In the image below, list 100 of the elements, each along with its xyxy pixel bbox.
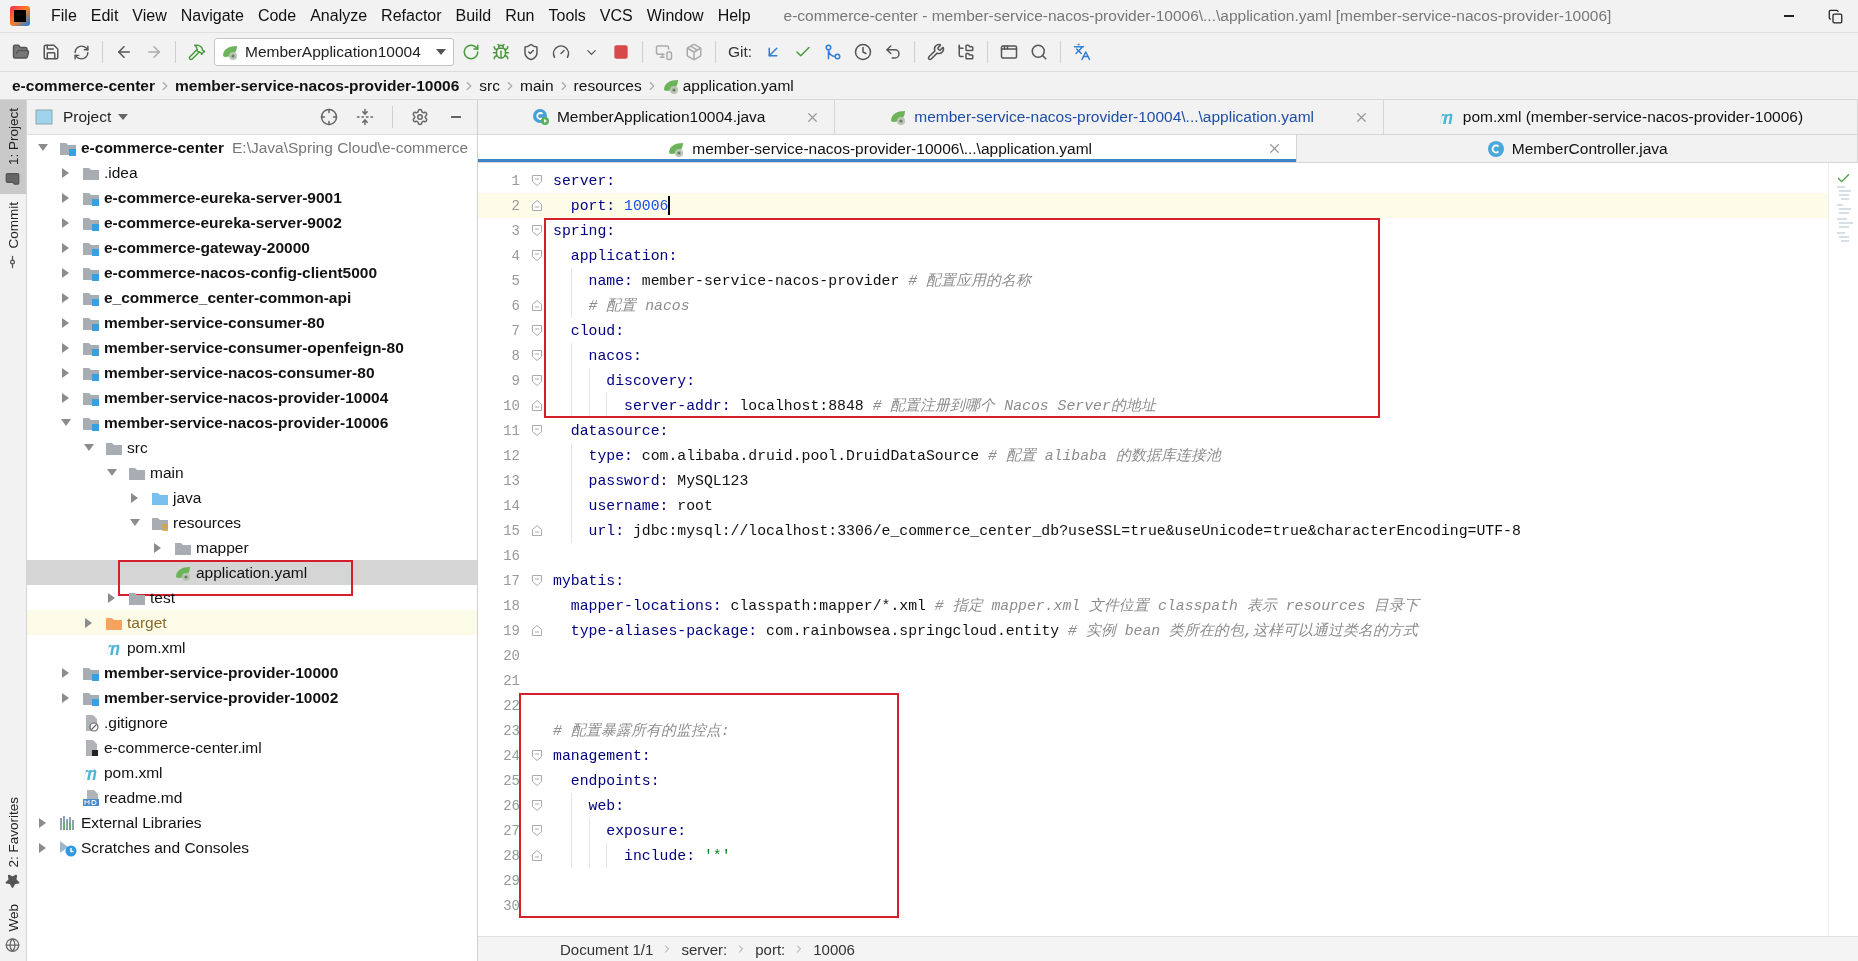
menu-item[interactable]: File bbox=[44, 7, 84, 25]
menu-item[interactable]: Window bbox=[639, 7, 711, 25]
package-icon bbox=[685, 43, 703, 61]
menu-item[interactable]: Tools bbox=[541, 7, 593, 25]
fold-icon[interactable] bbox=[531, 225, 542, 236]
fold-icon[interactable] bbox=[531, 175, 542, 186]
tree-item[interactable]: resources bbox=[27, 510, 477, 535]
tree-item[interactable]: e-commerce-gateway-20000 bbox=[27, 235, 477, 260]
fold-end-icon[interactable] bbox=[531, 200, 542, 211]
menu-item[interactable]: Navigate bbox=[173, 7, 251, 25]
fold-icon[interactable] bbox=[531, 375, 542, 386]
editor-tab[interactable]: pom.xml (member-service-nacos-provider-10006) bbox=[1383, 100, 1858, 134]
structure-crumb[interactable]: port: bbox=[755, 940, 786, 958]
tree-item[interactable]: java bbox=[27, 485, 477, 510]
fold-icon[interactable] bbox=[531, 575, 542, 586]
fold-icon[interactable] bbox=[531, 350, 542, 361]
breadcrumb-item[interactable]: resources bbox=[573, 76, 642, 95]
structure-crumb[interactable]: 10006 bbox=[813, 940, 855, 958]
breadcrumb-item[interactable]: main bbox=[520, 76, 554, 95]
tree-item[interactable]: member-service-consumer-openfeign-80 bbox=[27, 335, 477, 360]
tree-item[interactable]: e-commerce-center E:\Java\Spring Cloud\e-commerce bbox=[27, 135, 477, 160]
tool-window-tab[interactable]: 2: Favorites bbox=[0, 788, 26, 897]
code-line: datasource: bbox=[569, 421, 669, 441]
tree-item[interactable]: e-commerce-center.iml bbox=[27, 735, 477, 760]
structure-crumb[interactable]: Document 1/1 bbox=[560, 940, 654, 958]
tree-item[interactable]: member-service-nacos-provider-10006 bbox=[27, 410, 477, 435]
menu-item[interactable]: VCS bbox=[592, 7, 640, 25]
tool-window-tab[interactable]: Web bbox=[0, 896, 26, 961]
menu-item[interactable]: Refactor bbox=[374, 7, 449, 25]
structure-crumb[interactable]: server: bbox=[681, 940, 728, 958]
tree-item-label: readme.md bbox=[104, 788, 183, 807]
line-number: 20 bbox=[502, 647, 520, 664]
folder-tree-icon bbox=[957, 43, 976, 61]
tree-item[interactable]: mapper bbox=[27, 535, 477, 560]
device-icon bbox=[655, 43, 673, 61]
fold-icon[interactable] bbox=[531, 750, 542, 761]
menu-item[interactable]: Analyze bbox=[303, 7, 375, 25]
line-number: 6 bbox=[510, 297, 520, 314]
tree-item[interactable]: External Libraries bbox=[27, 810, 477, 835]
breadcrumb-item[interactable]: src bbox=[479, 76, 500, 95]
editor-tab[interactable]: MemberController.java bbox=[1297, 135, 1858, 162]
fold-icon[interactable] bbox=[531, 800, 542, 811]
fold-end-icon[interactable] bbox=[531, 525, 542, 536]
tree-item[interactable]: member-service-nacos-consumer-80 bbox=[27, 360, 477, 385]
menu-item[interactable]: Edit bbox=[83, 7, 126, 25]
fold-end-icon[interactable] bbox=[531, 850, 542, 861]
tree-item[interactable]: e_commerce_center-common-api bbox=[27, 285, 477, 310]
fold-icon[interactable] bbox=[531, 825, 542, 836]
code-line: include: '*' bbox=[553, 843, 731, 868]
breadcrumb-item[interactable]: member-service-nacos-provider-10006 bbox=[175, 76, 460, 95]
tree-item[interactable]: target bbox=[27, 610, 477, 635]
tree-item[interactable]: member-service-nacos-provider-10004 bbox=[27, 385, 477, 410]
breadcrumb-item[interactable]: e-commerce-center bbox=[12, 76, 155, 95]
menu-item[interactable]: Code bbox=[250, 7, 304, 25]
scratches-icon bbox=[59, 838, 77, 857]
breadcrumb-item[interactable]: application.yaml bbox=[661, 76, 794, 95]
tree-item-label: e-commerce-gateway-20000 bbox=[104, 238, 310, 257]
editor-tab[interactable]: MemberApplication10004.java bbox=[478, 100, 836, 134]
tree-item[interactable]: readme.md bbox=[27, 785, 477, 810]
tree-item[interactable]: application.yaml bbox=[27, 560, 477, 585]
tree-item[interactable]: member-service-consumer-80 bbox=[27, 310, 477, 335]
tree-item[interactable]: main bbox=[27, 460, 477, 485]
tree-item[interactable]: member-service-provider-10000 bbox=[27, 660, 477, 685]
code-line: password: MySQL123 bbox=[553, 468, 749, 493]
tree-item[interactable]: pom.xml bbox=[27, 635, 477, 660]
tree-item[interactable]: e-commerce-eureka-server-9002 bbox=[27, 210, 477, 235]
menu-item[interactable]: View bbox=[125, 7, 174, 25]
tree-item[interactable]: e-commerce-eureka-server-9001 bbox=[27, 185, 477, 210]
menu-item[interactable]: Run bbox=[498, 7, 542, 25]
tree-item[interactable]: member-service-provider-10002 bbox=[27, 685, 477, 710]
tool-window-tab[interactable]: Commit bbox=[0, 194, 26, 278]
tree-item[interactable]: pom.xml bbox=[27, 760, 477, 785]
tree-item[interactable]: .idea bbox=[27, 160, 477, 185]
menu-item[interactable]: Help bbox=[710, 7, 758, 25]
menu-item[interactable]: Build bbox=[448, 7, 499, 25]
fold-end-icon[interactable] bbox=[531, 300, 542, 311]
run-configuration-dropdown[interactable]: MemberApplication10004 bbox=[214, 38, 454, 66]
tree-item-label: e-commerce-center.iml bbox=[104, 738, 262, 757]
editor-tab[interactable]: member-service-nacos-provider-10006\...\application.yaml bbox=[478, 135, 1298, 162]
fold-icon[interactable] bbox=[531, 775, 542, 786]
window-title: e-commerce-center - member-service-nacos-provider-10006\...\application.yaml [member-service-nacos-provider-10006] bbox=[783, 7, 1613, 25]
tree-item[interactable]: .gitignore bbox=[27, 710, 477, 735]
restore-icon bbox=[1827, 8, 1843, 24]
fold-icon[interactable] bbox=[531, 425, 542, 436]
fold-icon[interactable] bbox=[531, 325, 542, 336]
tree-item[interactable]: src bbox=[27, 435, 477, 460]
fold-end-icon[interactable] bbox=[531, 400, 542, 411]
project-view-dropdown[interactable]: Project bbox=[63, 108, 130, 126]
code-line: mapper-locations: classpath:mapper/*.xml # 指定 mapper.xml 文件位置 classpath 表示 resources 目录下 bbox=[569, 596, 1420, 616]
code-line: web: bbox=[553, 793, 625, 818]
terminal-icon bbox=[1000, 43, 1019, 61]
line-number: 27 bbox=[502, 822, 520, 839]
fold-end-icon[interactable] bbox=[531, 625, 542, 636]
fold-icon[interactable] bbox=[531, 250, 542, 261]
code-line: # 配置暴露所有的监控点: bbox=[553, 721, 730, 741]
editor-tab[interactable]: member-service-nacos-provider-10004\...\application.yaml bbox=[835, 100, 1384, 134]
tool-window-tab[interactable]: 1: Project bbox=[0, 100, 26, 195]
tree-item[interactable]: Scratches and Consoles bbox=[27, 835, 477, 860]
tree-item[interactable]: e-commerce-nacos-config-client5000 bbox=[27, 260, 477, 285]
line-number: 23 bbox=[502, 722, 520, 739]
